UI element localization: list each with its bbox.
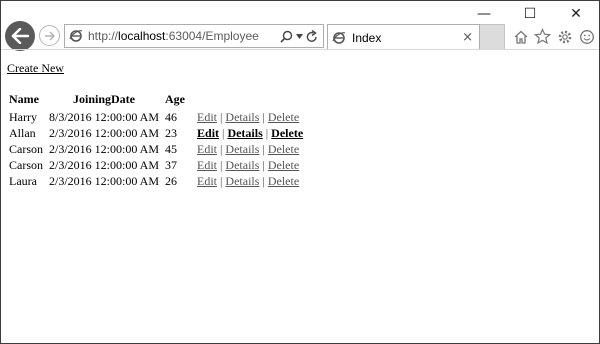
employee-name: Harry [9, 109, 37, 124]
browser-right-icons [512, 28, 595, 45]
row-actions: Edit | Details | Delete [189, 125, 305, 141]
employee-age: 45 [165, 141, 178, 156]
employee-age: 23 [165, 125, 178, 140]
search-icon[interactable] [280, 30, 293, 43]
create-new-link[interactable]: Create New [7, 61, 64, 76]
new-tab-button[interactable] [480, 24, 505, 50]
browser-window: — ☐ ✕ http://localhost:63004/Employee In… [0, 0, 600, 344]
table-row: Laura 2/3/2016 12:00:00 AM 26 Edit | Det… [7, 173, 305, 189]
refresh-icon[interactable] [306, 29, 318, 43]
url-text[interactable]: http://localhost:63004/Employee [88, 29, 280, 43]
tab-index[interactable]: Index × [327, 24, 480, 50]
link-separator: | [220, 173, 223, 188]
edit-link[interactable]: Edit [197, 158, 217, 172]
link-separator: | [262, 109, 265, 124]
table-row: Harry 8/3/2016 12:00:00 AM 46 Edit | Det… [7, 109, 305, 125]
link-separator: | [220, 141, 223, 156]
details-link[interactable]: Details [225, 174, 259, 188]
link-separator: | [220, 109, 223, 124]
row-actions: Edit | Details | Delete [189, 157, 305, 173]
ie-page-icon [67, 29, 85, 43]
url-host: localhost [118, 29, 166, 43]
employee-joining-date: 2/3/2016 12:00:00 AM [49, 173, 160, 188]
employee-table: Name JoiningDate Age Harry 8/3/2016 12:0… [5, 91, 307, 189]
edit-link[interactable]: Edit [197, 142, 217, 156]
page-content: Create New Name JoiningDate Age Harry 8/… [7, 59, 307, 189]
column-header-name: Name [9, 92, 39, 106]
link-separator: | [265, 125, 269, 140]
delete-link[interactable]: Delete [268, 158, 299, 172]
employee-joining-date: 2/3/2016 12:00:00 AM [49, 157, 160, 172]
back-arrow-icon [11, 28, 29, 44]
tab-title: Index [352, 30, 382, 45]
employee-name: Allan [9, 125, 36, 140]
column-header-joiningdate: JoiningDate [73, 92, 136, 106]
details-link[interactable]: Details [227, 126, 262, 140]
edit-link[interactable]: Edit [197, 126, 219, 140]
table-row: Allan 2/3/2016 12:00:00 AM 23 Edit | Det… [7, 125, 305, 141]
settings-gear-icon[interactable] [556, 28, 573, 45]
address-bar[interactable]: http://localhost:63004/Employee [64, 24, 324, 48]
employee-joining-date: 2/3/2016 12:00:00 AM [49, 125, 160, 140]
toolbar-divider [1, 49, 599, 50]
edit-link[interactable]: Edit [197, 110, 217, 124]
feedback-smiley-icon[interactable] [578, 28, 595, 45]
employee-name: Carson [9, 157, 43, 172]
tab-ie-icon [330, 31, 348, 45]
row-actions: Edit | Details | Delete [189, 109, 305, 125]
delete-link[interactable]: Delete [268, 110, 299, 124]
url-scheme: http:// [88, 29, 119, 43]
delete-link[interactable]: Delete [271, 126, 303, 140]
forward-button[interactable] [39, 25, 60, 46]
address-tools [280, 29, 323, 43]
url-path: :63004/Employee [165, 29, 259, 43]
link-separator: | [262, 141, 265, 156]
details-link[interactable]: Details [225, 158, 259, 172]
back-button[interactable] [5, 21, 35, 51]
favorites-star-icon[interactable] [534, 28, 551, 45]
employee-age: 46 [165, 109, 178, 124]
dropdown-arrow-icon[interactable] [296, 33, 303, 39]
table-row: Carson 2/3/2016 12:00:00 AM 45 Edit | De… [7, 141, 305, 157]
link-separator: | [222, 125, 225, 140]
link-separator: | [220, 157, 223, 172]
row-actions: Edit | Details | Delete [189, 141, 305, 157]
home-icon[interactable] [512, 28, 529, 45]
details-link[interactable]: Details [225, 142, 259, 156]
forward-arrow-icon [44, 31, 55, 40]
column-header-age: Age [165, 92, 186, 106]
table-header-row: Name JoiningDate Age [7, 91, 305, 109]
employee-name: Laura [9, 173, 37, 188]
link-separator: | [262, 173, 265, 188]
employee-age: 37 [165, 157, 178, 172]
link-separator: | [262, 157, 265, 172]
employee-name: Carson [9, 141, 43, 156]
delete-link[interactable]: Delete [268, 174, 299, 188]
delete-link[interactable]: Delete [268, 142, 299, 156]
row-actions: Edit | Details | Delete [189, 173, 305, 189]
edit-link[interactable]: Edit [197, 174, 217, 188]
browser-toolbar: http://localhost:63004/Employee Index × [1, 20, 599, 51]
table-row: Carson 2/3/2016 12:00:00 AM 37 Edit | De… [7, 157, 305, 173]
employee-joining-date: 8/3/2016 12:00:00 AM [49, 109, 160, 124]
employee-joining-date: 2/3/2016 12:00:00 AM [49, 141, 160, 156]
tab-close-icon[interactable]: × [462, 30, 479, 45]
column-header-actions [189, 91, 305, 109]
employee-age: 26 [165, 173, 178, 188]
details-link[interactable]: Details [225, 110, 259, 124]
